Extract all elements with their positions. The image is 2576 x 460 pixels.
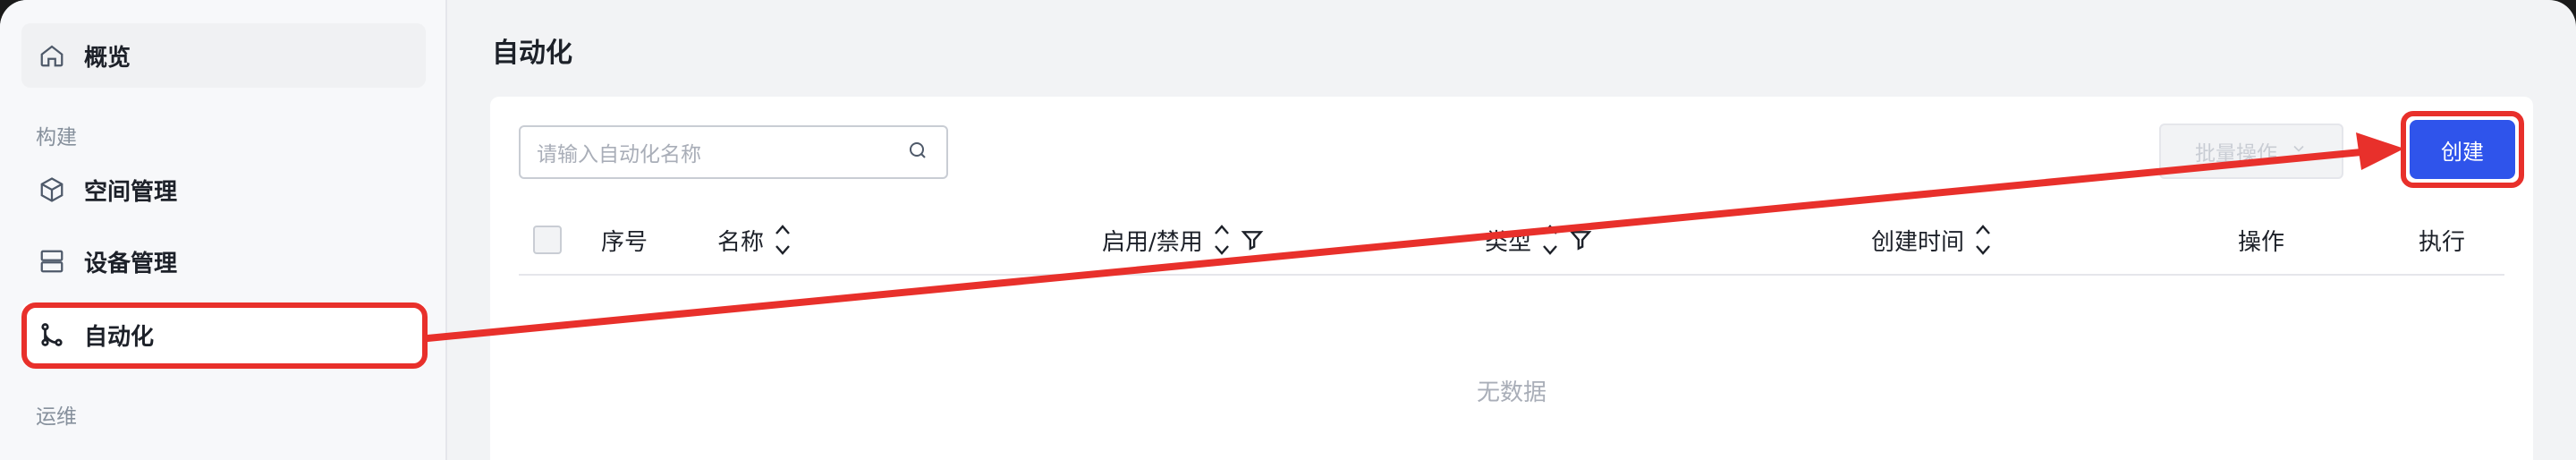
cube-icon <box>36 174 68 206</box>
sort-icon[interactable] <box>1973 221 1993 259</box>
sidebar-item-space[interactable]: 空间管理 <box>21 158 426 222</box>
home-icon <box>36 39 68 72</box>
filter-icon[interactable] <box>1569 228 1592 251</box>
search-placeholder: 请输入自动化名称 <box>537 143 701 166</box>
sort-icon[interactable] <box>1212 221 1232 259</box>
sidebar-section-build: 构建 <box>36 126 77 149</box>
app-window: 概览 构建 空间管理 设备管理 自动化 运维 自动化 请输入自动化名称 批量操作… <box>0 0 2576 460</box>
chevron-down-icon <box>2290 140 2308 163</box>
batch-operation-button[interactable]: 批量操作 <box>2159 124 2343 179</box>
sidebar-item-label: 设备管理 <box>84 250 178 277</box>
table-header: 序号 名称 启用/禁用 类型 创建时间 操作 执行 <box>519 204 2504 276</box>
server-icon <box>36 245 68 277</box>
page-title: 自动化 <box>492 38 572 69</box>
sidebar-item-label: 概览 <box>84 44 131 72</box>
column-header-type[interactable]: 类型 <box>1485 204 1592 276</box>
search-icon[interactable] <box>907 140 932 165</box>
sort-icon[interactable] <box>1540 221 1560 259</box>
filter-icon[interactable] <box>1241 228 1264 251</box>
sidebar-item-label: 空间管理 <box>84 178 178 206</box>
sidebar: 概览 构建 空间管理 设备管理 自动化 运维 <box>0 0 447 460</box>
annotation-highlight-automation <box>21 302 428 369</box>
empty-state-text: 无数据 <box>1476 379 1546 406</box>
column-header-index: 序号 <box>601 228 648 256</box>
column-header-execute: 执行 <box>2419 228 2466 256</box>
batch-operation-label: 批量操作 <box>2195 142 2277 166</box>
sidebar-item-overview[interactable]: 概览 <box>21 23 426 88</box>
column-header-name[interactable]: 名称 <box>717 204 792 276</box>
column-header-created-time[interactable]: 创建时间 <box>1871 204 1993 276</box>
content-card: 请输入自动化名称 批量操作 创建 序号 名称 启用/禁用 类型 创建时间 操作 … <box>490 97 2533 460</box>
sidebar-item-devices[interactable]: 设备管理 <box>21 229 426 294</box>
select-all-checkbox[interactable] <box>533 226 562 254</box>
search-input[interactable]: 请输入自动化名称 <box>519 125 948 179</box>
column-header-enabled[interactable]: 启用/禁用 <box>1102 204 1264 276</box>
sort-icon[interactable] <box>773 221 792 259</box>
annotation-highlight-create <box>2401 111 2524 188</box>
column-header-actions: 操作 <box>2238 228 2285 256</box>
sidebar-section-ops: 运维 <box>36 405 77 429</box>
